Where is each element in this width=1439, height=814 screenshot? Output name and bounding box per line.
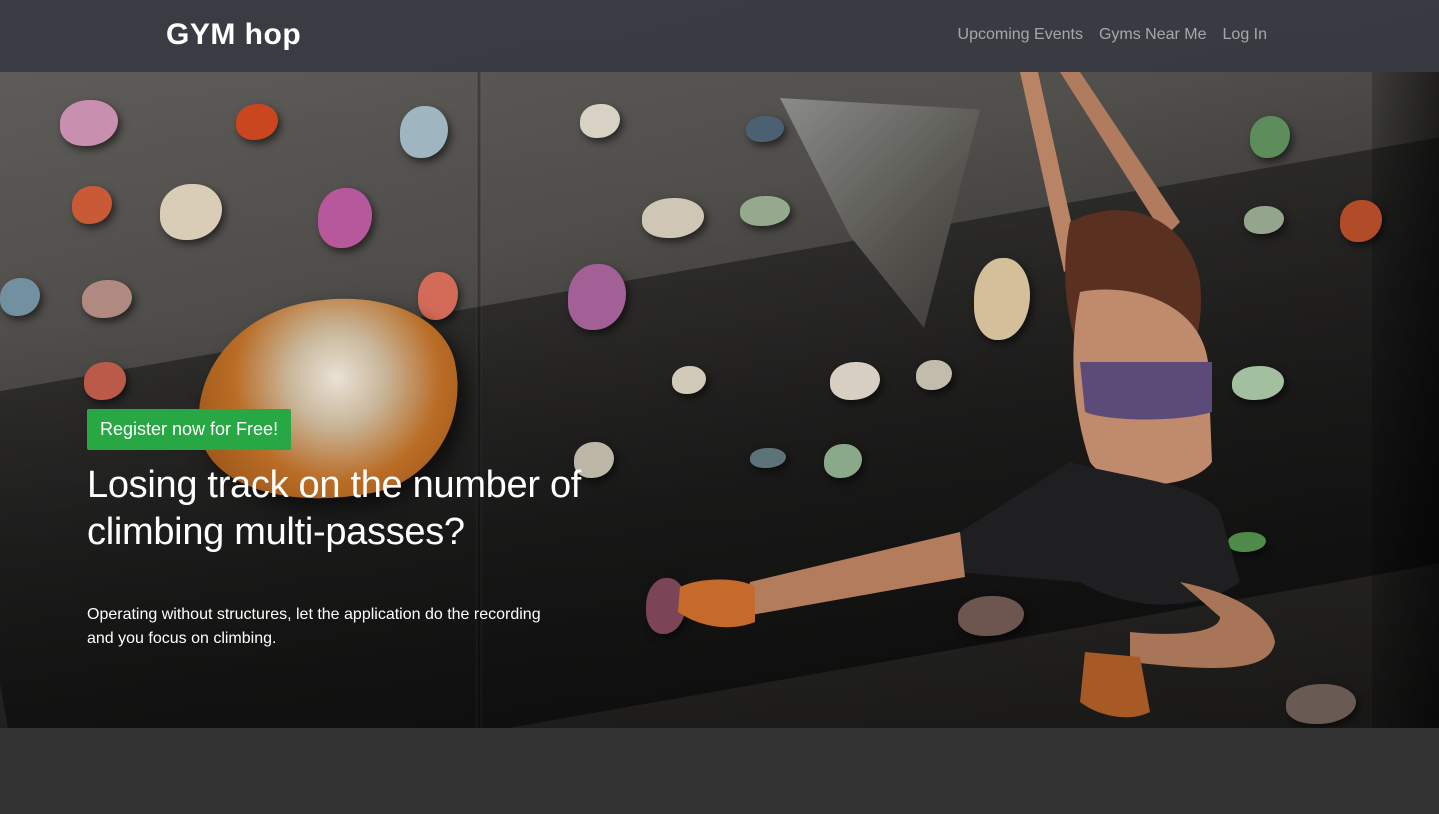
climbing-hold <box>0 278 40 316</box>
climbing-hold <box>82 280 132 318</box>
brand-logo[interactable]: GYM hop <box>166 17 301 53</box>
climbing-hold <box>318 188 372 248</box>
climbing-hold <box>160 184 222 240</box>
climber-shoe <box>678 579 755 628</box>
nav-link-upcoming-events[interactable]: Upcoming Events <box>958 24 1083 46</box>
page-footer-area <box>0 728 1439 814</box>
hero-subtext: Operating without structures, let the ap… <box>87 606 541 647</box>
climber-leg <box>740 532 965 617</box>
climbing-hold <box>72 186 112 224</box>
top-navbar: GYM hop Upcoming Events Gyms Near Me Log… <box>0 0 1439 72</box>
nav-link-log-in[interactable]: Log In <box>1223 24 1267 46</box>
climber-figure <box>678 72 1275 718</box>
climbing-hold <box>400 106 448 158</box>
climber-shoe <box>1080 652 1150 718</box>
climbing-hold <box>60 100 118 146</box>
wall-seam <box>1372 72 1439 728</box>
climber-shorts <box>955 462 1240 605</box>
climber-top <box>1080 362 1212 420</box>
hero-headline: Losing track on the number of climbing m… <box>87 464 582 553</box>
climbing-hold <box>580 104 620 138</box>
climbing-hold <box>236 104 278 140</box>
landing-page: Register now for Free! Losing track on t… <box>0 0 1439 814</box>
hero-section: Register now for Free! Losing track on t… <box>0 0 1439 728</box>
nav-links: Upcoming Events Gyms Near Me Log In <box>958 24 1267 46</box>
register-button[interactable]: Register now for Free! <box>87 409 292 450</box>
nav-link-gyms-near-me[interactable]: Gyms Near Me <box>1099 24 1207 46</box>
